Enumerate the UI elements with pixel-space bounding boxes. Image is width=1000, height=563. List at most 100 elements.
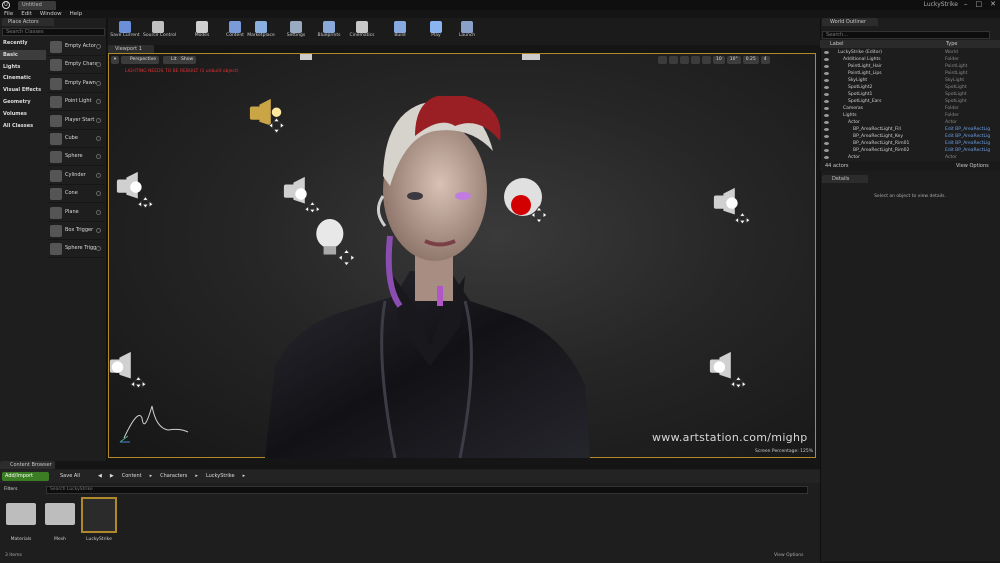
menu-edit[interactable]: Edit: [21, 10, 32, 18]
outliner-row[interactable]: SpotLight2 SpotLight: [820, 84, 1000, 91]
visibility-eye-icon[interactable]: [824, 100, 829, 103]
spotlight-icon[interactable]: [108, 350, 146, 388]
place-item[interactable]: Empty Chara: [47, 56, 105, 75]
cinematics-button[interactable]: Cinematics: [347, 19, 377, 45]
asset-materials[interactable]: Materials: [3, 497, 39, 547]
place-item[interactable]: Cone: [47, 185, 105, 204]
outliner-row[interactable]: BP_AreaRectLight_Fill Edit BP_AreaRectLig: [820, 126, 1000, 133]
place-item[interactable]: Sphere Trigg: [47, 240, 105, 259]
category-cinematic[interactable]: Cinematic: [0, 73, 46, 83]
snap-icon[interactable]: [702, 56, 711, 64]
breadcrumb-content[interactable]: Content: [122, 472, 142, 481]
outliner-item-type[interactable]: Edit BP_AreaRectLig: [945, 133, 990, 140]
rotate-icon[interactable]: [669, 56, 678, 64]
category-all-classes[interactable]: All Classes: [0, 121, 46, 131]
close-icon[interactable]: ✕: [990, 0, 996, 8]
category-lights[interactable]: Lights: [0, 62, 46, 72]
asset-luckystrike[interactable]: LuckyStrike: [81, 497, 117, 547]
visibility-eye-icon[interactable]: [824, 58, 829, 61]
info-icon[interactable]: [96, 136, 101, 141]
category-basic[interactable]: Basic: [0, 49, 46, 60]
visibility-eye-icon[interactable]: [824, 72, 829, 75]
maximize-icon[interactable]: □: [976, 0, 983, 8]
outliner-row[interactable]: BP_AreaRectLight_Key Edit BP_AreaRectLig: [820, 133, 1000, 140]
visibility-eye-icon[interactable]: [824, 142, 829, 145]
content-search-input[interactable]: Search LuckyStrike: [46, 486, 808, 494]
unreal-logo-icon[interactable]: U: [2, 1, 10, 9]
outliner-row[interactable]: Lights Folder: [820, 112, 1000, 119]
snap-value-control[interactable]: 0.25: [742, 56, 759, 64]
visibility-eye-icon[interactable]: [824, 121, 829, 124]
minimize-icon[interactable]: –: [964, 0, 968, 8]
history-back-icon[interactable]: ◀: [98, 472, 102, 481]
visibility-eye-icon[interactable]: [824, 156, 829, 159]
info-icon[interactable]: [96, 44, 101, 49]
perspective-button[interactable]: Perspective: [121, 56, 160, 64]
place-item[interactable]: Plane: [47, 204, 105, 222]
spotlight-partial-icon[interactable]: [290, 54, 330, 62]
info-icon[interactable]: [96, 246, 101, 252]
info-icon[interactable]: [96, 99, 101, 105]
category-recently-placed[interactable]: Recently Placed: [0, 38, 46, 56]
outliner-row[interactable]: Actor Actor: [820, 154, 1000, 161]
content-browser-tab[interactable]: Content Browser: [0, 461, 55, 469]
show-button[interactable]: Show: [178, 56, 197, 64]
character-luckystrike[interactable]: [265, 96, 590, 458]
visibility-eye-icon[interactable]: [824, 51, 829, 54]
place-item[interactable]: Cylinder: [47, 167, 105, 185]
outliner-item-type[interactable]: Edit BP_AreaRectLig: [945, 140, 990, 147]
translate-icon[interactable]: [658, 56, 667, 64]
spotlight-icon[interactable]: [712, 186, 750, 224]
settings-button[interactable]: Settings: [281, 19, 311, 45]
visibility-eye-icon[interactable]: [824, 128, 829, 131]
play-button[interactable]: Play: [421, 19, 451, 45]
outliner-row[interactable]: Additional Lights Folder: [820, 56, 1000, 63]
place-actors-search-input[interactable]: Search Classes: [2, 28, 105, 36]
place-actors-tab[interactable]: Place Actors: [2, 18, 54, 26]
outliner-row[interactable]: SpotLight_Ears SpotLight: [820, 98, 1000, 105]
outliner-item-type[interactable]: Edit BP_AreaRectLig: [945, 126, 990, 133]
category-geometry[interactable]: Geometry: [0, 97, 46, 107]
info-icon[interactable]: [96, 62, 101, 68]
outliner-row[interactable]: BP_AreaRectLight_Rim01 Edit BP_AreaRectLi…: [820, 140, 1000, 147]
category-volumes[interactable]: Volumes: [0, 109, 46, 119]
world-icon[interactable]: [691, 56, 700, 64]
visibility-eye-icon[interactable]: [824, 114, 829, 117]
outliner-row[interactable]: SkyLight SkyLight: [820, 77, 1000, 84]
blueprints-button[interactable]: Blueprints: [314, 19, 344, 45]
snap-value-control[interactable]: 4: [760, 56, 770, 64]
breadcrumb-characters[interactable]: Characters: [160, 472, 187, 481]
content-view-options[interactable]: View Options: [774, 553, 803, 558]
source-control-button[interactable]: Source Control: [143, 19, 176, 45]
details-tab[interactable]: Details: [822, 175, 868, 183]
visibility-eye-icon[interactable]: [824, 149, 829, 152]
visibility-eye-icon[interactable]: [824, 86, 829, 89]
save-current-button[interactable]: Save Current: [110, 19, 140, 45]
outliner-row[interactable]: Cameras Folder: [820, 105, 1000, 112]
visibility-eye-icon[interactable]: [824, 93, 829, 96]
outliner-item-type[interactable]: Edit BP_AreaRectLig: [945, 147, 990, 154]
place-item[interactable]: Box Trigger: [47, 222, 105, 240]
info-icon[interactable]: [96, 172, 101, 178]
spotlight-icon[interactable]: [115, 170, 153, 208]
launch-button[interactable]: Launch: [452, 19, 482, 45]
outliner-row[interactable]: Actor Actor: [820, 119, 1000, 126]
viewport-options-chevron-icon[interactable]: ▾: [111, 56, 119, 64]
viewport-tab[interactable]: Viewport 1: [108, 45, 154, 53]
category-visual-effects[interactable]: Visual Effects: [0, 85, 46, 95]
info-icon[interactable]: [96, 154, 101, 160]
outliner-row[interactable]: SpotLight1 SpotLight: [820, 91, 1000, 98]
place-item[interactable]: Empty Pawn: [47, 75, 105, 93]
visibility-eye-icon[interactable]: [824, 79, 829, 82]
breadcrumb-luckystrike[interactable]: LuckyStrike: [206, 472, 235, 481]
world-outliner-tab[interactable]: World Outliner: [822, 18, 878, 26]
info-icon[interactable]: [96, 80, 101, 86]
place-item[interactable]: Empty Actor: [47, 38, 105, 56]
build-button[interactable]: Build: [385, 19, 415, 45]
place-item[interactable]: Player Start: [47, 112, 105, 130]
visibility-eye-icon[interactable]: [824, 107, 829, 110]
spotlight-icon[interactable]: [708, 350, 746, 388]
scale-icon[interactable]: [680, 56, 689, 64]
add-import-button[interactable]: Add/Import: [2, 472, 49, 481]
filters-button[interactable]: Filters: [2, 486, 44, 494]
